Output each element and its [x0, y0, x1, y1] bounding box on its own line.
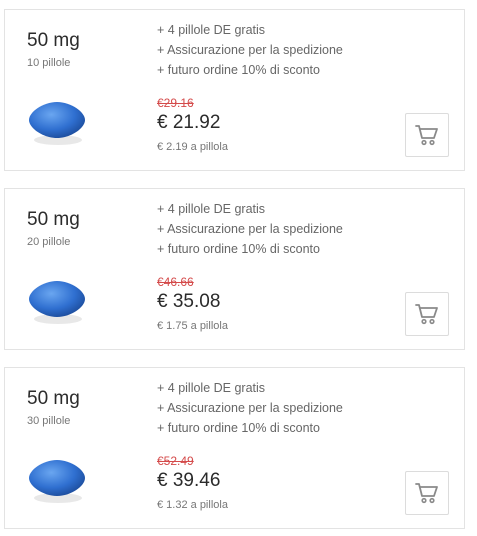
price-per-pill: € 1.75 a pillola	[157, 320, 228, 332]
price-per-pill: € 1.32 a pillola	[157, 499, 228, 511]
blue-pill-icon	[29, 281, 85, 324]
offer-card: 50 mg 20 pillole + 4 pillole DE gratis +…	[4, 188, 465, 350]
blue-pill-icon	[29, 102, 85, 145]
feature-list: + 4 pillole DE gratis + Assicurazione pe…	[157, 20, 343, 80]
pill-count: 30 pillole	[27, 415, 71, 427]
feature-item: + futuro ordine 10% di sconto	[157, 242, 320, 256]
price: € 21.92	[157, 112, 221, 133]
pill-count: 10 pillole	[27, 57, 71, 69]
shopping-cart-icon	[415, 304, 438, 325]
feature-item: + Assicurazione per la spedizione	[157, 401, 343, 415]
feature-item: + 4 pillole DE gratis	[157, 23, 266, 37]
offer-card: 50 mg 10 pillole + 4 pillole DE gratis +…	[4, 9, 465, 171]
pill-count: 20 pillole	[27, 236, 71, 248]
price-per-pill: € 2.19 a pillola	[157, 141, 228, 153]
dose-label: 50 mg	[27, 30, 80, 51]
price: € 35.08	[157, 291, 221, 312]
old-price: €46.66	[157, 275, 194, 289]
add-to-cart-button[interactable]	[405, 471, 449, 515]
feature-list: + 4 pillole DE gratis + Assicurazione pe…	[157, 199, 343, 259]
add-to-cart-button[interactable]	[405, 292, 449, 336]
feature-item: + 4 pillole DE gratis	[157, 202, 266, 216]
price: € 39.46	[157, 470, 221, 491]
offer-card: 50 mg 30 pillole + 4 pillole DE gratis +…	[4, 367, 465, 529]
dose-label: 50 mg	[27, 388, 80, 409]
feature-item: + futuro ordine 10% di sconto	[157, 63, 320, 77]
shopping-cart-icon	[415, 483, 438, 504]
feature-item: + Assicurazione per la spedizione	[157, 222, 343, 236]
shopping-cart-icon	[415, 125, 438, 146]
feature-item: + Assicurazione per la spedizione	[157, 43, 343, 57]
blue-pill-icon	[29, 460, 85, 503]
old-price: €29.16	[157, 96, 194, 110]
feature-list: + 4 pillole DE gratis + Assicurazione pe…	[157, 378, 343, 438]
feature-item: + 4 pillole DE gratis	[157, 381, 266, 395]
feature-item: + futuro ordine 10% di sconto	[157, 421, 320, 435]
dose-label: 50 mg	[27, 209, 80, 230]
old-price: €52.49	[157, 454, 194, 468]
add-to-cart-button[interactable]	[405, 113, 449, 157]
